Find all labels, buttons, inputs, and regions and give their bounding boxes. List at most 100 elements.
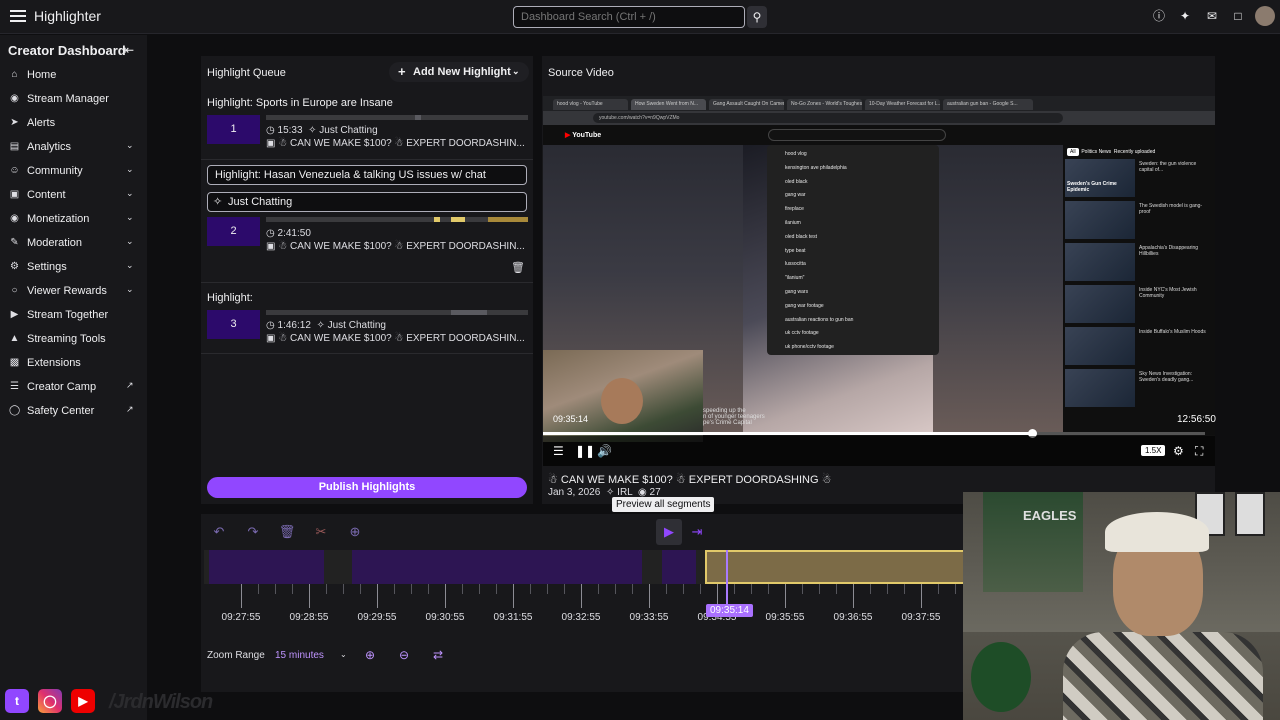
- suggestion-item: oled black: [785, 178, 808, 185]
- suggestion-item: ilanium: [785, 219, 801, 226]
- avatar[interactable]: [1255, 6, 1275, 26]
- highlight-duration: 2:41:50: [277, 228, 311, 239]
- sidebar-item-moderation[interactable]: ✎ Moderation ⌄: [0, 232, 147, 254]
- sidebar-item-viewer-rewards[interactable]: ○ Viewer Rewards ⌄: [0, 280, 147, 302]
- video-title-text: CAN WE MAKE $100? ☃ EXPERT DOORDASHING: [560, 474, 819, 486]
- add-new-highlight-button[interactable]: + Add New Highlight ⌄: [389, 62, 529, 82]
- highlight-number[interactable]: 1: [207, 115, 260, 144]
- shield-icon: ◯: [9, 405, 21, 416]
- ruler-minor-tick: [768, 584, 769, 594]
- external-link-icon: ↗: [126, 380, 134, 390]
- fullscreen-icon[interactable]: ⛶: [1195, 444, 1203, 459]
- thumbnail-label: Sweden's Gun Crime Epidemic: [1067, 181, 1117, 193]
- playback-speed-button[interactable]: 1.5X: [1141, 445, 1166, 456]
- youtube-filter-chips: All Politics News Recently uploaded: [1067, 148, 1155, 156]
- browser-tab: How Sweden Went from N...: [631, 99, 706, 110]
- ruler-minor-tick: [496, 584, 497, 594]
- zoom-range-select[interactable]: 15 minutes: [275, 650, 324, 661]
- collapse-sidebar-icon[interactable]: ⇤: [124, 43, 134, 57]
- sidebar-item-analytics[interactable]: ▤ Analytics ⌄: [0, 136, 147, 158]
- timeline-segment[interactable]: [662, 550, 696, 584]
- ruler-major-tick: [581, 584, 582, 608]
- highlight-title[interactable]: Highlight:: [207, 292, 253, 304]
- sidebar-item-settings[interactable]: ⚙ Settings ⌄: [0, 256, 147, 278]
- trash-icon[interactable]: 🗑: [511, 261, 525, 274]
- ruler-minor-tick: [343, 584, 344, 594]
- help-icon[interactable]: ⓘ: [1152, 9, 1166, 23]
- zoom-range-label: Zoom Range: [207, 650, 265, 661]
- highlight-number[interactable]: 3: [207, 310, 260, 339]
- delete-segment-icon[interactable]: 🗑: [278, 523, 296, 541]
- timeline-segment[interactable]: [352, 550, 642, 584]
- fit-timeline-icon[interactable]: ⇄: [433, 648, 443, 662]
- sidebar-item-monetization[interactable]: ◉ Monetization ⌄: [0, 208, 147, 230]
- add-segment-icon[interactable]: ⊕: [346, 523, 364, 541]
- video-player[interactable]: hood vlog - YouTube How Sweden Went from…: [543, 96, 1216, 466]
- chevron-down-icon[interactable]: ⌄: [340, 650, 347, 659]
- zoom-out-icon[interactable]: ⊖: [399, 648, 409, 662]
- sparkle-icon[interactable]: ✦: [1178, 9, 1192, 23]
- stream-icon: ▣ ☃: [266, 241, 290, 252]
- highlight-number[interactable]: 2: [207, 217, 260, 246]
- browser-tab: australian gun ban - Google S...: [943, 99, 1033, 110]
- redo-icon[interactable]: ↷: [244, 523, 262, 541]
- ruler-minor-tick: [411, 584, 412, 594]
- sidebar-item-community[interactable]: ☺ Community ⌄: [0, 160, 147, 182]
- sidebar-item-safety-center[interactable]: ◯ Safety Center ↗: [0, 400, 147, 422]
- sidebar-item-label: Analytics: [27, 141, 72, 153]
- suggestion-item: lussocitta: [785, 261, 806, 268]
- inbox-icon[interactable]: ✉: [1205, 9, 1219, 23]
- playhead-time-label: 09:35:14: [706, 604, 753, 617]
- browser-url: youtube.com/watch?v=n9QwpVZMo: [593, 113, 1063, 123]
- scissors-icon[interactable]: ✂: [312, 523, 330, 541]
- suggestion-item: kensington ave philadelphia: [785, 164, 847, 171]
- home-icon: ⌂: [11, 69, 18, 80]
- stream-icon: ▣ ☃: [266, 333, 290, 344]
- timeline-segment-selected[interactable]: [705, 550, 965, 584]
- sidebar-item-home[interactable]: ⌂ Home: [0, 64, 147, 86]
- search-button[interactable]: ⚲: [747, 6, 767, 28]
- highlight-title-input[interactable]: Highlight: Hasan Venezuela & talking US …: [207, 165, 527, 185]
- dashboard-search-input[interactable]: [513, 6, 745, 28]
- chevron-down-icon[interactable]: ⌄: [512, 66, 520, 77]
- ruler-minor-tick: [836, 584, 837, 594]
- timeline-track[interactable]: [204, 550, 965, 584]
- sidebar-item-alerts[interactable]: ➤ Alerts: [0, 112, 147, 134]
- suggestion-item: oled black test: [785, 233, 817, 240]
- chevron-down-icon: ⌄: [126, 284, 134, 294]
- video-total-time: 12:56:50: [1177, 414, 1216, 425]
- chevron-down-icon: ⌄: [126, 236, 134, 246]
- publish-highlights-button[interactable]: Publish Highlights: [207, 477, 527, 498]
- sidebar-item-creator-camp[interactable]: ☰ Creator Camp ↗: [0, 376, 147, 398]
- chapters-icon[interactable]: ☰: [553, 444, 564, 458]
- undo-icon[interactable]: ↶: [210, 523, 228, 541]
- streaming-tools-icon: ▲: [9, 333, 20, 344]
- sidebar-item-stream-together[interactable]: ▶ Stream Together: [0, 304, 147, 326]
- ruler-tick-label: 09:35:55: [765, 612, 805, 623]
- zoom-in-icon[interactable]: ⊕: [365, 648, 375, 662]
- youtube-logo: ▶ YouTube: [565, 132, 602, 139]
- highlight-title[interactable]: Highlight: Sports in Europe are Insane: [207, 97, 393, 109]
- ruler-tick-label: 09:33:55: [629, 612, 669, 623]
- sidebar-item-streaming-tools[interactable]: ▲ Streaming Tools: [0, 328, 147, 350]
- suggestion-item: hood vlog: [785, 151, 807, 157]
- moderation-icon: ✎: [10, 237, 19, 248]
- pause-icon[interactable]: ❚❚: [575, 444, 595, 458]
- ruler-major-tick: [649, 584, 650, 608]
- whispers-icon[interactable]: □: [1231, 9, 1245, 23]
- ruler-tick-label: 09:36:55: [833, 612, 873, 623]
- preview-all-segments-button[interactable]: ▶: [656, 519, 682, 545]
- gear-icon[interactable]: ⚙: [1173, 444, 1184, 458]
- skip-to-end-icon[interactable]: ⇥: [688, 523, 706, 541]
- volume-icon[interactable]: 🔊: [597, 444, 612, 458]
- sidebar-item-content[interactable]: ▣ Content ⌄: [0, 184, 147, 206]
- sidebar-item-label: Viewer Rewards: [27, 285, 107, 297]
- sidebar-item-extensions[interactable]: ▩ Extensions: [0, 352, 147, 374]
- sidebar-item-stream-manager[interactable]: ◉ Stream Manager: [0, 88, 147, 110]
- ruler-major-tick: [513, 584, 514, 608]
- menu-icon[interactable]: [8, 7, 28, 27]
- timeline-segment[interactable]: [209, 550, 324, 584]
- highlight-category-input[interactable]: ✧ Just Chatting: [207, 192, 527, 212]
- video-progress-bar[interactable]: [543, 429, 1205, 438]
- highlight-queue-panel: Highlight Queue + Add New Highlight ⌄ Hi…: [201, 56, 533, 504]
